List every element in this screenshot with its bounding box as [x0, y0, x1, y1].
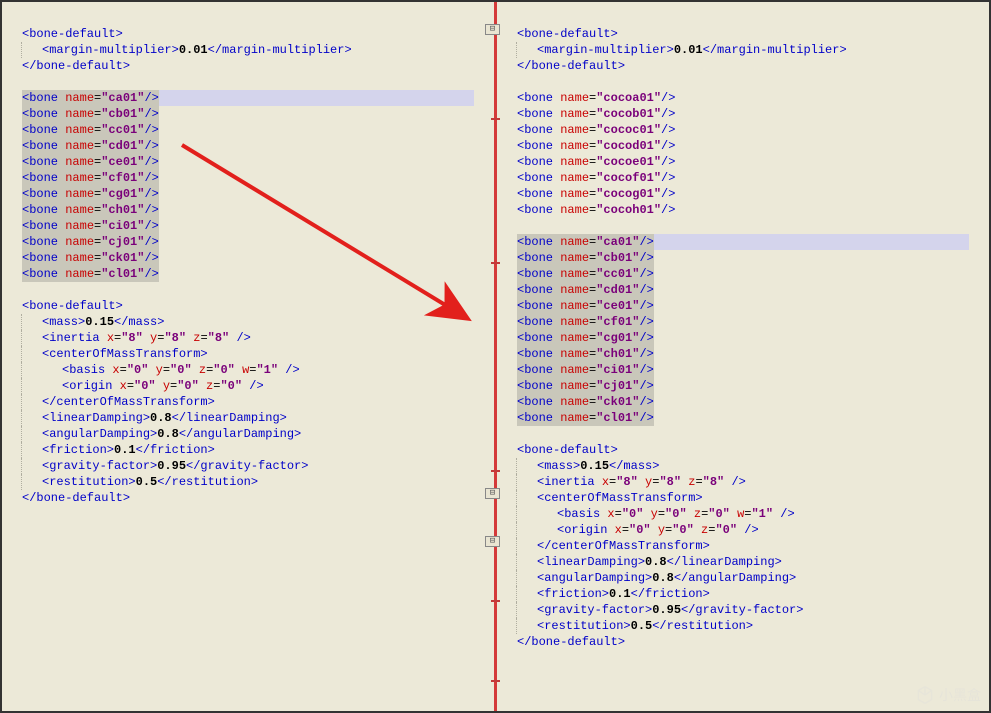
bone-list-left: <bone name="cb01"/><bone name="cc01"/><b… [22, 106, 494, 282]
xml-tag: <angularDamping>0.8</angularDamping> [516, 570, 989, 586]
xml-tag: <linearDamping>0.8</linearDamping> [516, 554, 989, 570]
xml-tag: <inertia x="8" y="8" z="8" /> [21, 330, 494, 346]
xml-tag: <inertia x="8" y="8" z="8" /> [516, 474, 989, 490]
xml-tag: <restitution>0.5</restitution> [21, 474, 494, 490]
selected-line[interactable]: <bone name="ca01"/> [22, 90, 474, 106]
bone-line: <bone name="cocob01"/> [517, 106, 989, 122]
bone-line: <bone name="cf01"/> [22, 170, 494, 186]
bone-line: <bone name="ch01"/> [517, 346, 989, 362]
bone-line: <bone name="cf01"/> [517, 314, 989, 330]
xml-tag: <mass>0.15</mass> [21, 314, 494, 330]
xml-tag: <bone-default> [517, 26, 989, 42]
bone-line: <bone name="cocoe01"/> [517, 154, 989, 170]
cube-icon [915, 685, 935, 705]
xml-tag: <basis x="0" y="0" z="0" w="1" /> [21, 362, 494, 378]
xml-tag: <restitution>0.5</restitution> [516, 618, 989, 634]
xml-tag: </centerOfMassTransform> [21, 394, 494, 410]
bone-line: <bone name="ck01"/> [517, 394, 989, 410]
xml-tag: <friction>0.1</friction> [516, 586, 989, 602]
xml-tag: <margin-multiplier>0.01</margin-multipli… [516, 42, 989, 58]
xml-tag: <gravity-factor>0.95</gravity-factor> [516, 602, 989, 618]
bone-line: <bone name="ce01"/> [22, 154, 494, 170]
bone-line: <bone name="cj01"/> [517, 378, 989, 394]
bone-line: <bone name="ci01"/> [517, 362, 989, 378]
diff-editor: <bone-default> <margin-multiplier>0.01</… [2, 2, 989, 711]
bone-line: <bone name="ck01"/> [22, 250, 494, 266]
bone-line: <bone name="cd01"/> [517, 282, 989, 298]
xml-tag: <centerOfMassTransform> [516, 490, 989, 506]
xml-tag: <margin-multiplier>0.01</margin-multipli… [21, 42, 494, 58]
xml-tag: </centerOfMassTransform> [516, 538, 989, 554]
bone-list-right: <bone name="cb01"/><bone name="cc01"/><b… [517, 250, 989, 426]
xml-tag: <basis x="0" y="0" z="0" w="1" /> [516, 506, 989, 522]
bone-line: <bone name="cocoh01"/> [517, 202, 989, 218]
bone-line: <bone name="cl01"/> [22, 266, 494, 282]
left-pane[interactable]: <bone-default> <margin-multiplier>0.01</… [2, 2, 494, 711]
bone-line: <bone name="cj01"/> [22, 234, 494, 250]
bone-line: <bone name="cb01"/> [22, 106, 494, 122]
xml-tag: <gravity-factor>0.95</gravity-factor> [21, 458, 494, 474]
xml-tag: <linearDamping>0.8</linearDamping> [21, 410, 494, 426]
bone-line: <bone name="cg01"/> [22, 186, 494, 202]
bone-line: <bone name="ce01"/> [517, 298, 989, 314]
xml-tag: <origin x="0" y="0" z="0" /> [516, 522, 989, 538]
xml-tag: <mass>0.15</mass> [516, 458, 989, 474]
bone-line: <bone name="cc01"/> [517, 266, 989, 282]
bone-line: <bone name="cc01"/> [22, 122, 494, 138]
bone-line: <bone name="cg01"/> [517, 330, 989, 346]
xml-tag: <bone-default> [22, 26, 494, 42]
xml-tag: <centerOfMassTransform> [21, 346, 494, 362]
xml-tag: <friction>0.1</friction> [21, 442, 494, 458]
bone-line: <bone name="cd01"/> [22, 138, 494, 154]
xml-tag: <bone-default> [517, 442, 989, 458]
xml-tag: <origin x="0" y="0" z="0" /> [21, 378, 494, 394]
bone-line: <bone name="ci01"/> [22, 218, 494, 234]
xml-tag: <angularDamping>0.8</angularDamping> [21, 426, 494, 442]
xml-tag: </bone-default> [517, 634, 989, 650]
bone-line: <bone name="ch01"/> [22, 202, 494, 218]
bone-line: <bone name="cl01"/> [517, 410, 989, 426]
bone-line: <bone name="cb01"/> [517, 250, 989, 266]
xml-tag: </bone-default> [517, 58, 989, 74]
bone-line: <bone name="cocod01"/> [517, 138, 989, 154]
bone-line: <bone name="cococ01"/> [517, 122, 989, 138]
xml-tag: </bone-default> [22, 58, 494, 74]
xml-tag: </bone-default> [22, 490, 494, 506]
xml-tag: <bone-default> [22, 298, 494, 314]
bone-line: <bone name="cocof01"/> [517, 170, 989, 186]
watermark: 小黑盒 [915, 685, 981, 705]
selected-line[interactable]: <bone name="ca01"/> [517, 234, 969, 250]
bone-line: <bone name="cocoa01"/> [517, 90, 989, 106]
bone-list-coco: <bone name="cocoa01"/><bone name="cocob0… [517, 90, 989, 218]
right-pane[interactable]: <bone-default> <margin-multiplier>0.01</… [497, 2, 989, 711]
bone-line: <bone name="cocog01"/> [517, 186, 989, 202]
